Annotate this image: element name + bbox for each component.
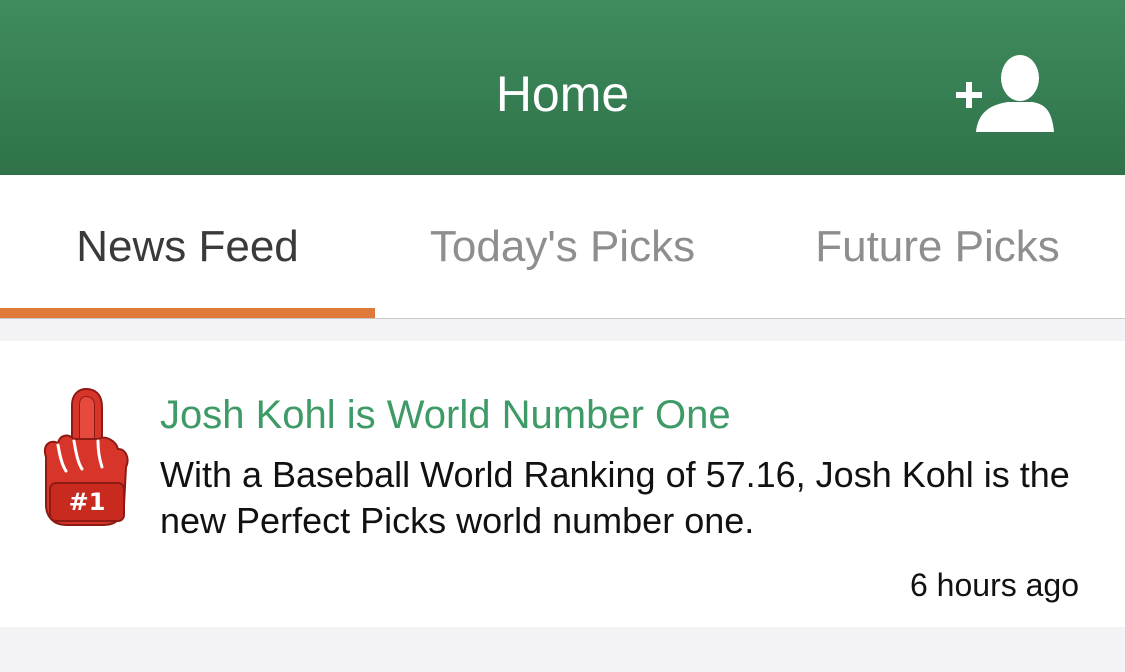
app-screen: Home News Feed Today's Picks Future Pick… bbox=[0, 0, 1125, 672]
news-timestamp: 6 hours ago bbox=[909, 567, 1079, 603]
add-user-button[interactable] bbox=[948, 48, 1058, 138]
foam-finger-icon: #1 bbox=[44, 387, 129, 526]
news-title: Josh Kohl is World Number One bbox=[160, 393, 731, 437]
navigation-bar: Home bbox=[0, 0, 1125, 175]
tab-todays-picks[interactable]: Today's Picks bbox=[375, 175, 750, 318]
news-body: With a Baseball World Ranking of 57.16, … bbox=[160, 454, 1070, 541]
active-tab-indicator bbox=[0, 308, 375, 318]
tab-news-feed[interactable]: News Feed bbox=[0, 175, 375, 318]
tab-future-picks[interactable]: Future Picks bbox=[750, 175, 1125, 318]
news-feed-item[interactable]: #1 Josh Kohl is World Number One With a … bbox=[0, 341, 1125, 627]
badge-text: #1 bbox=[69, 488, 106, 516]
tab-bar: News Feed Today's Picks Future Picks bbox=[0, 175, 1125, 319]
add-user-icon bbox=[956, 55, 1054, 132]
